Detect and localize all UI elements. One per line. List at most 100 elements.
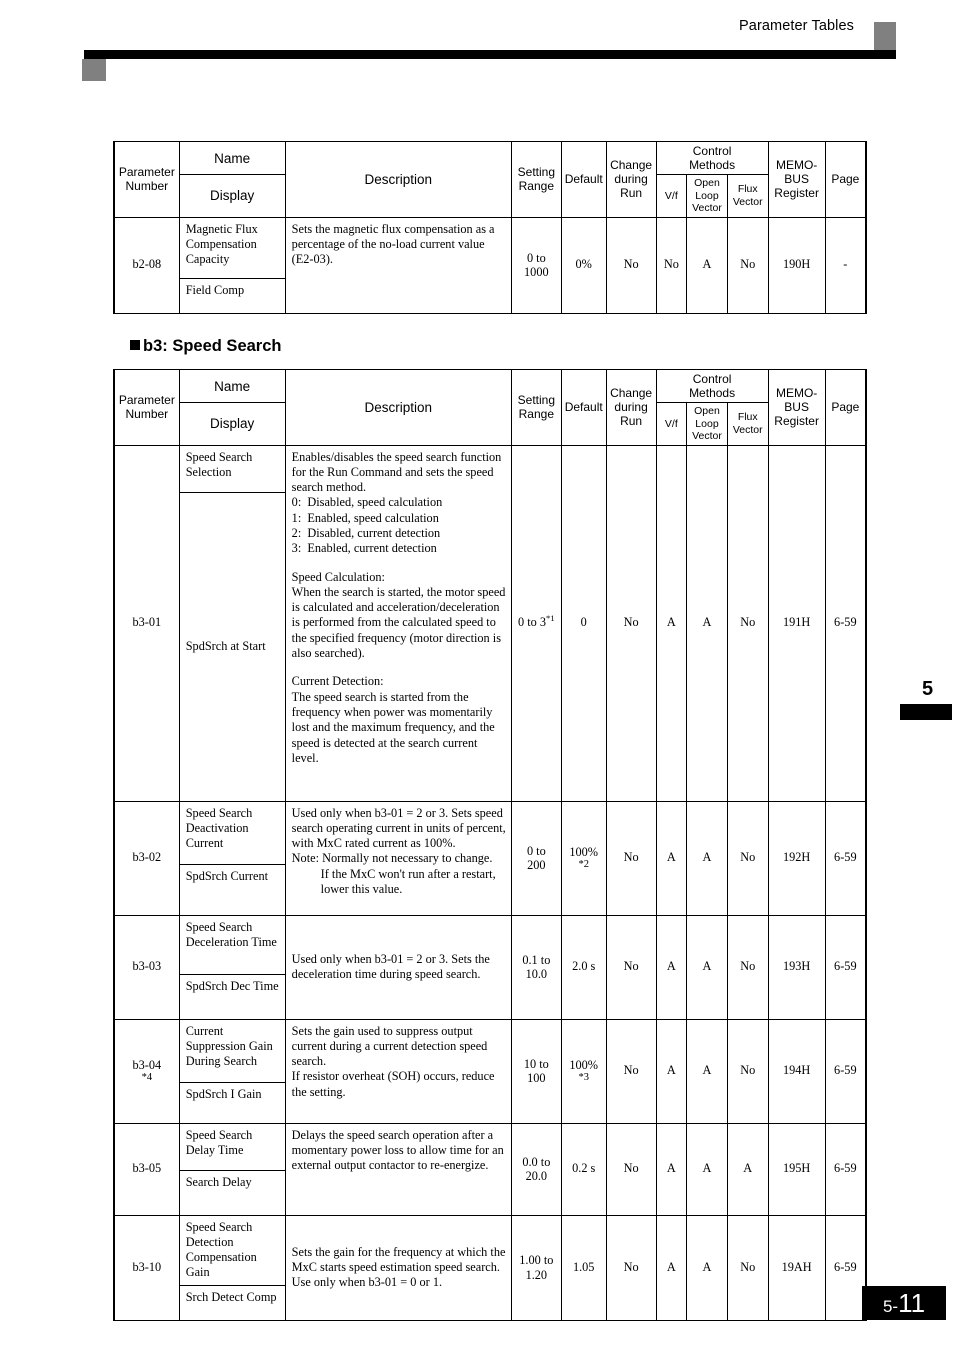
table-body: b3-01 Speed Search Selection Enables/dis… bbox=[112, 444, 867, 1321]
cell-name: Speed Search Selection bbox=[178, 444, 286, 493]
cell-name: Magnetic Flux Compensation Capacity bbox=[178, 216, 286, 279]
desc-main: Used only when b3-01 = 2 or 3. Sets spee… bbox=[291, 805, 506, 851]
desc-note-continued: If the MxC won't run after a restart, lo… bbox=[320, 866, 496, 896]
cell-flux-vector: No bbox=[726, 444, 769, 802]
cell-memobus-register: 194H bbox=[767, 1018, 826, 1124]
parameter-table-b2: Parameter Number Name Description Settin… bbox=[112, 141, 867, 314]
parameter-number-footnote: *4 bbox=[141, 1072, 153, 1084]
col-header-open-loop-vector: Open Loop Vector bbox=[686, 402, 728, 446]
cell-open-loop-vector: A bbox=[686, 800, 728, 916]
cell-flux-vector: A bbox=[726, 1122, 769, 1216]
cell-vf: A bbox=[655, 800, 688, 916]
cell-description: Sets the magnetic flux compensation as a… bbox=[284, 216, 512, 314]
col-header-name: Name bbox=[178, 369, 286, 403]
table-row: b3-03 Speed Search Deceleration Time Use… bbox=[112, 914, 867, 1020]
setting-range-line-2: 100 bbox=[527, 1071, 546, 1085]
page-header: Parameter Tables bbox=[0, 0, 954, 90]
cell-vf: No bbox=[655, 216, 688, 314]
setting-range-line-1: 0.1 to bbox=[522, 952, 551, 967]
cell-change-during-run: No bbox=[605, 1214, 657, 1321]
folio-chapter: 5- bbox=[882, 1297, 899, 1316]
cell-flux-vector: No bbox=[726, 914, 769, 1020]
cell-setting-range: 0 to 1000 bbox=[510, 216, 562, 314]
cell-memobus-register: 195H bbox=[767, 1122, 826, 1216]
cell-flux-vector: No bbox=[726, 800, 769, 916]
cell-change-during-run: No bbox=[605, 800, 657, 916]
cell-open-loop-vector: A bbox=[686, 1214, 728, 1321]
setting-range-line-2: 20.0 bbox=[525, 1169, 548, 1183]
setting-range-line-1: 0 to bbox=[526, 843, 546, 858]
cell-setting-range: 0.1 to 10.0 bbox=[510, 914, 562, 1020]
cell-parameter-number: b3-04 *4 bbox=[112, 1018, 180, 1124]
cell-page: 6-59 bbox=[824, 1214, 867, 1321]
cell-display: Field Comp bbox=[178, 277, 286, 314]
col-header-display: Display bbox=[178, 174, 286, 218]
cell-page: 6-59 bbox=[824, 800, 867, 916]
cell-flux-vector: No bbox=[726, 216, 769, 314]
default-footnote: *2 bbox=[578, 859, 589, 871]
header-decoration-square-left bbox=[82, 59, 106, 81]
header-decoration-square-right bbox=[874, 22, 896, 50]
cell-change-during-run: No bbox=[605, 216, 657, 314]
setting-range-line-1: 0 to bbox=[526, 250, 546, 265]
desc-option: 3: Enabled, current detection bbox=[291, 541, 437, 556]
cell-open-loop-vector: A bbox=[686, 444, 728, 802]
setting-range-line-2: 200 bbox=[527, 858, 546, 872]
folio-page: 11 bbox=[898, 1288, 926, 1318]
cell-memobus-register: 19AH bbox=[767, 1214, 826, 1321]
cell-description: Delays the speed search operation after … bbox=[284, 1122, 512, 1216]
desc-note: Note: Normally not necessary to change. bbox=[291, 851, 493, 866]
section-heading-text: b3: Speed Search bbox=[143, 337, 282, 355]
cell-parameter-number: b3-03 bbox=[112, 914, 180, 1020]
cell-display: SpdSrch Dec Time bbox=[178, 973, 286, 1020]
cell-open-loop-vector: A bbox=[686, 216, 728, 314]
cell-memobus-register: 192H bbox=[767, 800, 826, 916]
table-row: b2-08 Magnetic Flux Compensation Capacit… bbox=[112, 216, 867, 314]
desc-option: 1: Enabled, speed calculation bbox=[291, 510, 439, 525]
setting-range-line-2: 1.20 bbox=[525, 1267, 548, 1282]
cell-change-during-run: No bbox=[605, 1122, 657, 1216]
cell-default: 100% *2 bbox=[560, 800, 607, 916]
cell-page: 6-59 bbox=[824, 444, 867, 802]
cell-change-during-run: No bbox=[605, 1018, 657, 1124]
col-header-parameter-number: Parameter Number bbox=[112, 141, 180, 218]
cell-setting-range: 10 to 100 bbox=[510, 1018, 562, 1124]
table-row: b3-01 Speed Search Selection Enables/dis… bbox=[112, 444, 867, 802]
col-header-page: Page bbox=[824, 141, 867, 218]
desc-main: Sets the gain used to suppress output cu… bbox=[291, 1023, 488, 1069]
col-header-change-during-run: Change during Run bbox=[605, 369, 657, 446]
table-row: b3-04 *4 Current Suppression Gain During… bbox=[112, 1018, 867, 1124]
cell-memobus-register: 193H bbox=[767, 914, 826, 1020]
cell-display: SpdSrch I Gain bbox=[178, 1081, 286, 1124]
desc-option-list: 0: Disabled, speed calculation 1: Enable… bbox=[292, 495, 506, 556]
cell-page: 6-59 bbox=[824, 1018, 867, 1124]
page-folio: 5-11 bbox=[862, 1286, 946, 1320]
desc-block2-title: Speed Calculation: bbox=[291, 569, 385, 584]
setting-range-line-1: 0.0 to bbox=[522, 1154, 551, 1169]
cell-memobus-register: 191H bbox=[767, 444, 826, 802]
col-header-control-methods: Control Methods bbox=[655, 141, 769, 175]
cell-description: Sets the gain for the frequency at which… bbox=[284, 1214, 512, 1321]
setting-range-line-1: 10 to bbox=[523, 1056, 549, 1071]
cell-setting-range: 0 to 3*1 bbox=[510, 444, 562, 802]
chapter-number: 5 bbox=[922, 678, 934, 700]
cell-parameter-number: b3-05 bbox=[112, 1122, 180, 1216]
parameter-number-value: b3-04 bbox=[132, 1057, 162, 1072]
cell-open-loop-vector: A bbox=[686, 1122, 728, 1216]
col-header-setting-range: Setting Range bbox=[510, 141, 562, 218]
section-heading-b3: b3: Speed Search bbox=[130, 337, 281, 356]
cell-open-loop-vector: A bbox=[686, 1018, 728, 1124]
cell-name: Speed Search Deactivation Current bbox=[178, 800, 286, 865]
cell-setting-range: 0.0 to 20.0 bbox=[510, 1122, 562, 1216]
col-header-description: Description bbox=[284, 141, 512, 218]
cell-vf: A bbox=[655, 1018, 688, 1124]
running-head-title: Parameter Tables bbox=[739, 18, 854, 34]
desc-option: 0: Disabled, speed calculation bbox=[291, 495, 443, 510]
desc-intro: Enables/disables the speed search functi… bbox=[291, 449, 502, 495]
cell-parameter-number: b3-02 bbox=[112, 800, 180, 916]
cell-name: Speed Search Delay Time bbox=[178, 1122, 286, 1171]
table-head: Parameter Number Name Description Settin… bbox=[112, 141, 867, 218]
square-bullet-icon bbox=[130, 340, 140, 350]
cell-default: 100% *3 bbox=[560, 1018, 607, 1124]
desc-option: 2: Disabled, current detection bbox=[291, 525, 441, 540]
